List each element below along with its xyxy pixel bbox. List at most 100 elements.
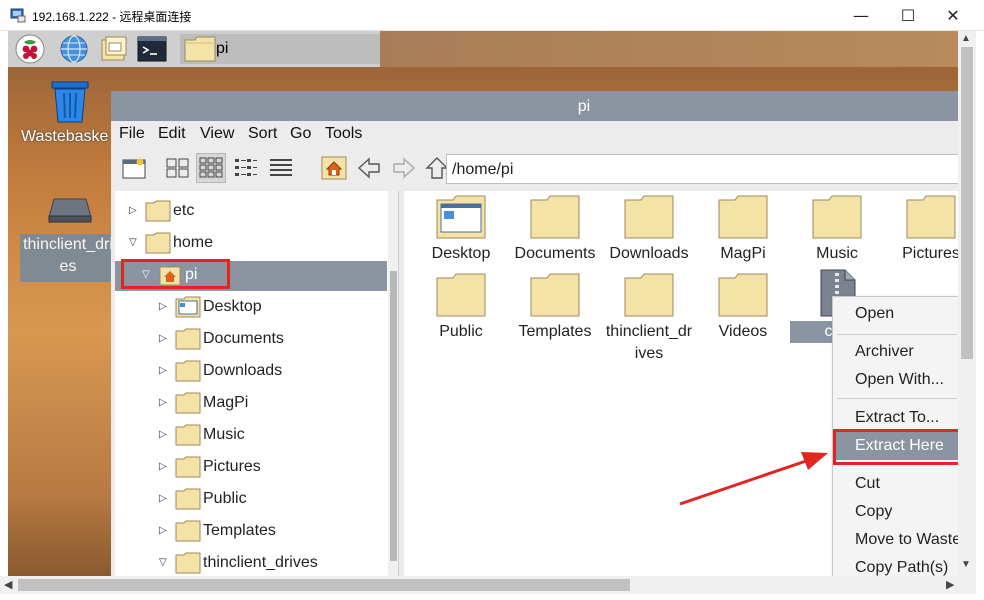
- folder-icon: [812, 195, 862, 239]
- thumbnail-view-button[interactable]: [196, 153, 226, 183]
- home-button[interactable]: [319, 153, 349, 183]
- ctx-open-with[interactable]: Open With...: [833, 366, 961, 394]
- folder-icon: [530, 273, 580, 317]
- file-item-templates[interactable]: Templates: [508, 273, 602, 343]
- forward-button[interactable]: [389, 153, 419, 183]
- menu-tools[interactable]: Tools: [325, 125, 362, 143]
- ctx-open[interactable]: Open: [833, 300, 961, 328]
- menu-edit[interactable]: Edit: [158, 125, 186, 143]
- horizontal-scrollbar-thumb[interactable]: [18, 579, 630, 591]
- menu-sort[interactable]: Sort: [248, 125, 277, 143]
- tree-item-home[interactable]: ▽ home: [115, 229, 387, 259]
- compact-view-button[interactable]: [231, 153, 261, 183]
- tree-item-music[interactable]: ▷ Music: [115, 421, 387, 451]
- collapse-arrow-icon[interactable]: ▽: [129, 238, 139, 248]
- folder-icon: [175, 456, 201, 478]
- menu-go[interactable]: Go: [290, 125, 311, 143]
- drive-icon[interactable]: [48, 197, 92, 223]
- panel-empty-area: [380, 31, 958, 67]
- expand-arrow-icon[interactable]: ▷: [159, 366, 169, 376]
- expand-arrow-icon[interactable]: ▷: [159, 302, 169, 312]
- file-item-label-line2: ives: [634, 345, 664, 362]
- scroll-left-icon[interactable]: ◀: [4, 578, 12, 591]
- ctx-copy-paths[interactable]: Copy Path(s): [833, 554, 961, 577]
- maximize-button[interactable]: ☐: [885, 0, 931, 31]
- tree-item-label: etc: [173, 202, 195, 219]
- path-input[interactable]: /home/pi: [446, 154, 958, 184]
- file-item-label: Pictures: [902, 245, 958, 262]
- file-item-thinclient-drives[interactable]: thinclient_dr ives: [602, 273, 696, 365]
- tree-item-downloads[interactable]: ▷ Downloads: [115, 357, 387, 387]
- ctx-copy[interactable]: Copy: [833, 498, 961, 526]
- ctx-extract-to[interactable]: Extract To...: [833, 404, 961, 432]
- expand-arrow-icon[interactable]: ▷: [129, 206, 139, 216]
- ctx-cut[interactable]: Cut: [833, 470, 961, 498]
- file-item-desktop[interactable]: Desktop: [414, 195, 508, 265]
- expand-arrow-icon[interactable]: ▷: [159, 526, 169, 536]
- compact-view-icon: [235, 159, 257, 176]
- file-item-videos[interactable]: Videos: [696, 273, 790, 343]
- tree-scrollbar-thumb[interactable]: [390, 271, 397, 561]
- expand-arrow-icon[interactable]: ▷: [159, 430, 169, 440]
- expand-arrow-icon[interactable]: ▷: [159, 334, 169, 344]
- web-browser-icon[interactable]: [58, 33, 90, 65]
- tree-item-label: Documents: [203, 330, 284, 347]
- tree-item-pictures[interactable]: ▷ Pictures: [115, 453, 387, 483]
- tree-item-magpi[interactable]: ▷ MagPi: [115, 389, 387, 419]
- tree-item-label: Pictures: [203, 458, 261, 475]
- window-title: 192.168.1.222 - 远程桌面连接: [32, 10, 192, 24]
- wastebasket-icon[interactable]: [48, 81, 92, 123]
- ctx-move-to-waste[interactable]: Move to Waste: [833, 526, 961, 554]
- raspberry-menu-icon[interactable]: [14, 33, 46, 65]
- annotation-highlight-extract-here: [833, 429, 962, 465]
- file-item-magpi[interactable]: MagPi: [696, 195, 790, 265]
- terminal-icon[interactable]: [136, 33, 168, 65]
- back-button[interactable]: [354, 153, 384, 183]
- tree-scrollbar[interactable]: [388, 191, 398, 576]
- file-manager-icon[interactable]: [98, 33, 130, 65]
- file-item-label-line1: thinclient_dr: [605, 323, 693, 340]
- file-item-pictures[interactable]: Pictures: [884, 195, 958, 265]
- tree-item-desktop[interactable]: ▷ Desktop: [115, 293, 387, 323]
- remote-desktop-icon: [10, 8, 26, 23]
- file-item-documents[interactable]: Documents: [508, 195, 602, 265]
- collapse-arrow-icon[interactable]: ▽: [159, 558, 169, 568]
- tree-item-label: Desktop: [203, 298, 262, 315]
- expand-arrow-icon[interactable]: ▷: [159, 494, 169, 504]
- tree-item-thinclient-drives[interactable]: ▽ thinclient_drives: [115, 549, 387, 576]
- scroll-up-icon[interactable]: ▲: [961, 33, 971, 44]
- taskbar-item-pi[interactable]: pi: [180, 34, 380, 64]
- icon-view-button[interactable]: [163, 153, 193, 183]
- list-view-button[interactable]: [266, 153, 296, 183]
- expand-arrow-icon[interactable]: ▷: [159, 398, 169, 408]
- expand-arrow-icon[interactable]: ▷: [159, 462, 169, 472]
- new-window-button[interactable]: [119, 153, 149, 183]
- vertical-scrollbar-thumb[interactable]: [961, 47, 973, 359]
- scroll-right-icon[interactable]: ▶: [946, 578, 954, 591]
- wastebasket-label: Wastebaske: [21, 128, 109, 145]
- minimize-button[interactable]: —: [838, 0, 884, 31]
- menu-file[interactable]: File: [119, 125, 145, 143]
- file-manager-titlebar[interactable]: pi: [111, 91, 958, 121]
- tree-item-public[interactable]: ▷ Public: [115, 485, 387, 515]
- file-item-label: Documents: [514, 245, 596, 262]
- file-item-music[interactable]: Music: [790, 195, 884, 265]
- annotation-highlight-pi: [121, 259, 230, 289]
- scroll-down-icon[interactable]: ▼: [961, 559, 971, 570]
- folder-icon: [175, 392, 201, 414]
- tree-item-label: Downloads: [203, 362, 283, 379]
- horizontal-scrollbar[interactable]: ◀ ▶: [0, 576, 976, 594]
- file-item-downloads[interactable]: Downloads: [602, 195, 696, 265]
- close-button[interactable]: ✕: [930, 0, 976, 31]
- menu-view[interactable]: View: [200, 125, 234, 143]
- tree-item-templates[interactable]: ▷ Templates: [115, 517, 387, 547]
- path-text: /home/pi: [452, 161, 514, 178]
- icon-view-icon: [166, 158, 189, 178]
- tree-item-label: thinclient_drives: [203, 554, 318, 571]
- tree-item-documents[interactable]: ▷ Documents: [115, 325, 387, 355]
- tree-item-etc[interactable]: ▷ etc: [115, 197, 387, 227]
- vertical-scrollbar[interactable]: ▲ ▼: [958, 31, 976, 576]
- ctx-archiver[interactable]: Archiver: [833, 338, 961, 366]
- file-item-public[interactable]: Public: [414, 273, 508, 343]
- ctx-separator: [837, 334, 957, 335]
